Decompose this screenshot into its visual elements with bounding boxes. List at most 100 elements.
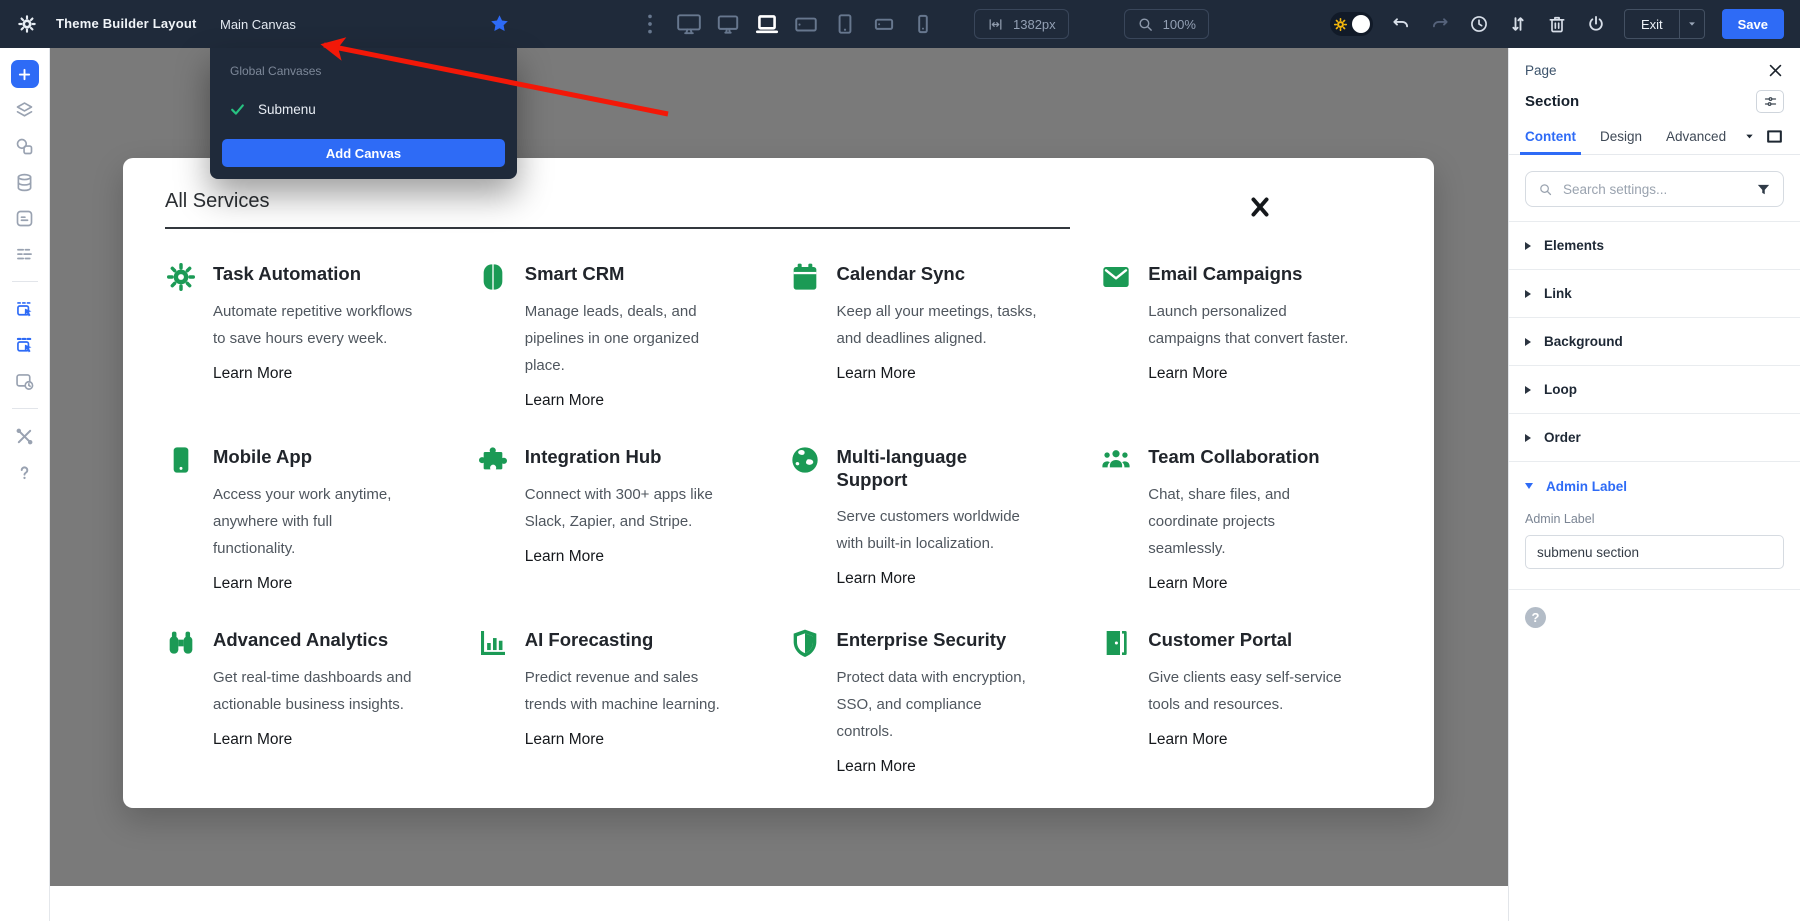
service-item: Calendar Sync Keep all your meetings, ta… <box>789 258 1085 441</box>
toolbar-action-button[interactable] <box>1546 13 1568 35</box>
element-settings-button[interactable] <box>1756 90 1784 113</box>
breakpoint-laptop-icon[interactable] <box>1765 127 1784 146</box>
canvas-zoom-control[interactable]: 100% <box>1124 9 1209 39</box>
save-button[interactable]: Save <box>1722 9 1784 39</box>
canvas-width-control[interactable]: 1382px <box>974 9 1069 39</box>
service-item: Team Collaboration Chat, share files, an… <box>1100 441 1396 624</box>
tablet-portrait-icon <box>832 11 858 37</box>
canvas-selector[interactable]: Main Canvas <box>220 17 296 32</box>
learn-more-link[interactable]: Learn More <box>525 392 604 410</box>
sidebar-item[interactable] <box>11 96 39 124</box>
gear-icon <box>165 261 197 293</box>
learn-more-link[interactable]: Learn More <box>837 758 916 776</box>
panel-tab[interactable]: Design <box>1600 119 1642 154</box>
gear-icon <box>1333 17 1348 32</box>
learn-more-link[interactable]: Learn More <box>213 365 292 383</box>
service-title: Email Campaigns <box>1148 263 1348 286</box>
toolbar-action-button[interactable] <box>1585 13 1607 35</box>
learn-more-link[interactable]: Learn More <box>1148 365 1227 383</box>
canvas-dropdown: Global Canvases Submenu Add Canvas <box>210 48 517 179</box>
accordion-row[interactable]: Order <box>1509 414 1800 462</box>
toolbar-action-button[interactable] <box>1429 13 1451 35</box>
learn-more-link[interactable]: Learn More <box>1148 575 1227 593</box>
close-icon <box>1248 195 1272 219</box>
learn-more-link[interactable]: Learn More <box>213 575 292 593</box>
sidebar-item[interactable] <box>11 331 39 359</box>
device-button[interactable] <box>790 9 822 39</box>
accordion-row[interactable]: Background <box>1509 318 1800 366</box>
shapes-icon <box>14 136 35 157</box>
puzzle-icon <box>477 444 509 476</box>
sidebar-item[interactable] <box>11 295 39 323</box>
team-icon <box>1100 444 1132 476</box>
service-title: Mobile App <box>213 446 391 469</box>
toolbar-action-button[interactable] <box>1390 13 1412 35</box>
admin-label-input[interactable] <box>1525 535 1784 569</box>
toolbar-action-button[interactable] <box>1507 13 1529 35</box>
panel-tab[interactable]: Content <box>1525 119 1576 154</box>
accordion-row[interactable]: Link <box>1509 270 1800 318</box>
sidebar-item[interactable] <box>11 60 39 88</box>
learn-more-link[interactable]: Learn More <box>837 570 916 588</box>
device-button[interactable] <box>634 9 666 39</box>
filter-icon[interactable] <box>1756 182 1771 197</box>
service-description: Protect data with encryption, SSO, and c… <box>837 664 1026 745</box>
power-icon <box>1586 14 1606 34</box>
accordion-row[interactable]: Elements <box>1509 222 1800 270</box>
settings-accordions: Elements Link Background Loop Order Admi… <box>1509 221 1800 510</box>
accordion-row[interactable]: Loop <box>1509 366 1800 414</box>
builder-settings-gear-icon[interactable] <box>17 14 37 34</box>
panel-close-button[interactable] <box>1766 61 1784 79</box>
learn-more-link[interactable]: Learn More <box>213 731 292 749</box>
device-button[interactable] <box>868 9 900 39</box>
device-button[interactable] <box>829 9 861 39</box>
accordion-caret-icon <box>1525 434 1531 442</box>
dropdown-canvas-item[interactable]: Submenu <box>222 94 505 124</box>
device-button[interactable] <box>751 9 783 39</box>
service-description: Manage leads, deals, and pipelines in on… <box>525 298 699 379</box>
learn-more-link[interactable]: Learn More <box>525 731 604 749</box>
learn-more-link[interactable]: Learn More <box>837 365 916 383</box>
exit-button[interactable]: Exit <box>1625 10 1680 38</box>
learn-more-link[interactable]: Learn More <box>1148 731 1227 749</box>
learn-more-link[interactable]: Learn More <box>525 548 604 566</box>
add-canvas-button[interactable]: Add Canvas <box>222 139 505 167</box>
canvas-bottom-area <box>50 886 1508 921</box>
tablet-landscape-icon <box>793 11 819 37</box>
chevron-down-icon[interactable] <box>1744 131 1755 142</box>
mobile-portrait-icon <box>910 11 936 37</box>
settings-panel: Page Section Content Design Advanced Ele… <box>1508 48 1800 921</box>
exit-caret-button[interactable] <box>1680 10 1704 38</box>
services-heading: All Services <box>165 190 269 213</box>
sidebar-item[interactable] <box>11 168 39 196</box>
service-description: Serve customers worldwide with built-in … <box>837 503 1020 557</box>
sidebar-item[interactable] <box>11 240 39 268</box>
accordion-caret-icon <box>1525 386 1531 394</box>
service-title: Smart CRM <box>525 263 699 286</box>
kebab-menu-icon <box>637 11 663 37</box>
service-description: Keep all your meetings, tasks, and deadl… <box>837 298 1037 352</box>
menu-close-button[interactable] <box>1245 192 1275 222</box>
desktop-icon <box>715 11 741 37</box>
toolbar-action-button[interactable] <box>1468 13 1490 35</box>
plus-icon <box>17 67 32 82</box>
heading-underline <box>165 227 1070 229</box>
sidebar-item[interactable] <box>11 458 39 486</box>
device-button[interactable] <box>907 9 939 39</box>
panel-tab[interactable]: Advanced <box>1666 119 1726 154</box>
sidebar-item[interactable] <box>11 422 39 450</box>
accordion-row[interactable]: Admin Label <box>1509 462 1800 510</box>
submenu-section-card[interactable]: All Services Task Automation Automate re… <box>123 158 1434 808</box>
device-button[interactable] <box>712 9 744 39</box>
sidebar-item[interactable] <box>11 132 39 160</box>
sidebar-item[interactable] <box>11 367 39 395</box>
panel-breadcrumb: Page <box>1525 63 1557 78</box>
sidebar-item[interactable] <box>11 204 39 232</box>
toggle-knob <box>1352 15 1370 33</box>
settings-toggle[interactable] <box>1330 12 1373 36</box>
mail-icon <box>1100 261 1132 293</box>
search-settings-input[interactable] <box>1561 181 1748 198</box>
help-button[interactable]: ? <box>1525 607 1546 628</box>
device-button[interactable] <box>673 9 705 39</box>
star-icon[interactable] <box>489 13 510 34</box>
